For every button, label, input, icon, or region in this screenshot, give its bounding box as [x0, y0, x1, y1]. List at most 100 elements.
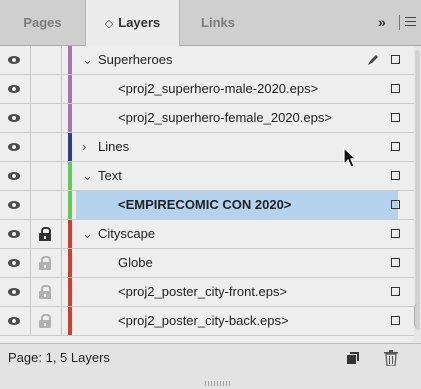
layer-color-swatch	[68, 278, 72, 306]
resize-grip-icon[interactable]	[205, 374, 233, 386]
layer-row-city-back[interactable]: <proj2_poster_city-back.eps>	[0, 307, 421, 336]
chevron-down-icon[interactable]: ⌄	[82, 227, 93, 241]
lock-toggle[interactable]	[31, 249, 62, 277]
layer-content: Globe	[76, 249, 398, 277]
lock-toggle[interactable]	[31, 307, 62, 335]
layer-content: <proj2_superhero-female_2020.eps>	[76, 104, 398, 132]
visibility-toggle[interactable]	[0, 307, 31, 335]
layer-name: <proj2_superhero-male-2020.eps>	[118, 81, 319, 96]
layer-color-swatch	[68, 133, 72, 161]
layer-content: ⌄ Cityscape	[76, 220, 398, 248]
layers-panel: Pages ◇ Layers Links » ⌄ Superheroes <pr…	[0, 0, 421, 386]
layer-color-swatch	[68, 104, 72, 132]
layer-name: Globe	[118, 255, 153, 270]
lock-icon	[39, 227, 51, 241]
layer-color-swatch	[68, 191, 72, 219]
layer-color-swatch	[68, 307, 72, 335]
tab-layers-label: Layers	[118, 15, 161, 30]
scroll-edge	[414, 303, 421, 329]
eye-icon	[8, 317, 20, 325]
chevron-right-icon[interactable]: ›	[82, 140, 92, 154]
layer-row-superhero-male[interactable]: <proj2_superhero-male-2020.eps>	[0, 75, 421, 104]
layer-content: <proj2_superhero-male-2020.eps>	[76, 75, 398, 103]
selection-target[interactable]	[391, 171, 400, 180]
eye-icon	[8, 201, 20, 209]
visibility-toggle[interactable]	[0, 162, 31, 190]
lock-toggle[interactable]	[31, 46, 62, 74]
layer-content: <proj2_poster_city-back.eps>	[76, 307, 398, 335]
visibility-toggle[interactable]	[0, 133, 31, 161]
tab-collapse-icon[interactable]: ◇	[105, 2, 113, 47]
eye-icon	[8, 288, 20, 296]
visibility-toggle[interactable]	[0, 220, 31, 248]
eye-icon	[8, 85, 20, 93]
lock-toggle[interactable]	[31, 104, 62, 132]
layer-color-swatch	[68, 249, 72, 277]
chevron-down-icon[interactable]: ⌄	[82, 169, 93, 183]
layer-color-swatch	[68, 220, 72, 248]
eye-icon	[8, 230, 20, 238]
layer-content: <proj2_poster_city-front.eps>	[76, 278, 398, 306]
panel-status-bar: Page: 1, 5 Layers	[0, 343, 421, 372]
selection-target[interactable]	[391, 55, 400, 64]
selection-target[interactable]	[391, 113, 400, 122]
layer-name: <EMPIRECOMIC CON 2020>	[118, 197, 292, 212]
visibility-toggle[interactable]	[0, 46, 31, 74]
mouse-cursor-icon	[343, 147, 358, 168]
lock-icon	[39, 314, 51, 328]
layer-row-superhero-female[interactable]: <proj2_superhero-female_2020.eps>	[0, 104, 421, 133]
selection-target[interactable]	[391, 84, 400, 93]
scrollbar-thumb[interactable]	[415, 50, 420, 330]
layer-name: <proj2_poster_city-back.eps>	[118, 313, 289, 328]
visibility-toggle[interactable]	[0, 249, 31, 277]
eye-icon	[8, 143, 20, 151]
layer-row-cityscape[interactable]: ⌄ Cityscape	[0, 220, 421, 249]
lock-toggle[interactable]	[31, 191, 62, 219]
layer-content: ⌄ Superheroes	[76, 46, 398, 74]
tab-links[interactable]: Links	[179, 0, 257, 45]
selection-target[interactable]	[391, 229, 400, 238]
lock-icon	[39, 285, 51, 299]
menu-separator	[399, 15, 400, 30]
layer-list: ⌄ Superheroes <proj2_superhero-male-2020…	[0, 46, 421, 343]
lock-toggle[interactable]	[31, 75, 62, 103]
selection-target[interactable]	[391, 287, 400, 296]
trash-icon[interactable]	[384, 350, 398, 366]
layer-name: Cityscape	[98, 226, 156, 241]
selection-target[interactable]	[391, 200, 400, 209]
panel-overflow-button[interactable]: »	[378, 0, 386, 45]
selection-target[interactable]	[391, 142, 400, 151]
lock-toggle[interactable]	[31, 278, 62, 306]
visibility-toggle[interactable]	[0, 104, 31, 132]
visibility-toggle[interactable]	[0, 278, 31, 306]
layer-row-city-front[interactable]: <proj2_poster_city-front.eps>	[0, 278, 421, 307]
layer-color-swatch	[68, 46, 72, 74]
selection-target[interactable]	[391, 316, 400, 325]
lock-toggle[interactable]	[31, 133, 62, 161]
status-text: Page: 1, 5 Layers	[8, 350, 110, 365]
layer-row-superheroes[interactable]: ⌄ Superheroes	[0, 46, 421, 75]
eye-icon	[8, 259, 20, 267]
lock-toggle[interactable]	[31, 162, 62, 190]
lock-icon	[39, 256, 51, 270]
pen-icon	[368, 55, 378, 65]
tab-layers[interactable]: ◇ Layers	[85, 0, 180, 46]
tab-pages[interactable]: Pages	[0, 0, 85, 45]
layer-name: Lines	[98, 139, 130, 154]
selection-target[interactable]	[391, 258, 400, 267]
layer-color-swatch	[68, 75, 72, 103]
layer-content: <EMPIRECOMIC CON 2020>	[76, 191, 398, 219]
layer-name: Superheroes	[98, 52, 173, 67]
eye-icon	[8, 56, 20, 64]
chevron-down-icon[interactable]: ⌄	[82, 53, 93, 67]
visibility-toggle[interactable]	[0, 191, 31, 219]
eye-icon	[8, 172, 20, 180]
lock-toggle[interactable]	[31, 220, 62, 248]
hamburger-menu-icon[interactable]	[405, 17, 416, 28]
layer-name: Text	[98, 168, 122, 183]
visibility-toggle[interactable]	[0, 75, 31, 103]
layer-row-empirecomic[interactable]: <EMPIRECOMIC CON 2020>	[0, 191, 421, 220]
layer-row-globe[interactable]: Globe	[0, 249, 421, 278]
layer-name: <proj2_poster_city-front.eps>	[118, 284, 288, 299]
new-layer-icon[interactable]	[347, 352, 359, 364]
